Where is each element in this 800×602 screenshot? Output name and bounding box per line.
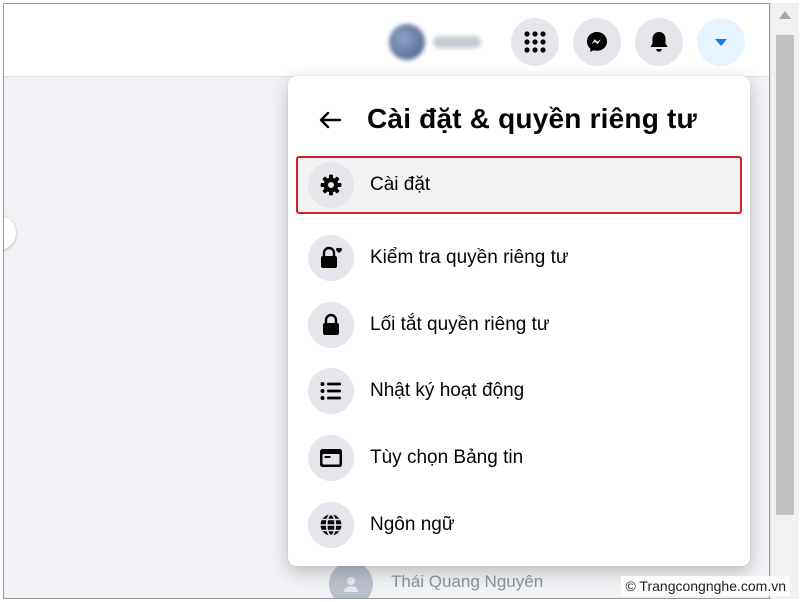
top-navigation-bar (4, 4, 769, 77)
menu-item-language[interactable]: Ngôn ngữ (296, 496, 742, 554)
item-icon-circle (308, 302, 354, 348)
back-arrow-icon (319, 111, 342, 129)
menu-title: Cài đặt & quyền riêng tư (367, 103, 697, 134)
menu-header: Cài đặt & quyền riêng tư (288, 90, 750, 150)
gear-icon (320, 174, 342, 196)
menu-item-label: Nhật ký hoạt động (370, 380, 525, 401)
item-icon-circle (308, 162, 354, 208)
item-icon-circle (308, 502, 354, 548)
scroll-up-arrow-icon[interactable] (779, 11, 791, 19)
item-icon-circle (308, 435, 354, 481)
news-feed-icon (320, 449, 342, 467)
watermark: © Trangcongnghe.com.vn (621, 576, 790, 596)
menu-item-label: Lối tắt quyền riêng tư (370, 314, 550, 335)
profile-shortcut[interactable] (389, 24, 489, 60)
menu-item-privacy-shortcuts[interactable]: Lối tắt quyền riêng tư (296, 296, 742, 354)
page-scrollbar[interactable] (770, 3, 799, 599)
list-icon (320, 382, 341, 400)
browser-viewport: Thái Quang Nguyên Cài đặt & quyền riêng … (3, 3, 770, 599)
menu-item-privacy-checkup[interactable]: Kiểm tra quyền riêng tư (296, 229, 742, 287)
menu-item-settings[interactable]: Cài đặt (296, 156, 742, 214)
caret-down-icon (715, 39, 727, 46)
lock-icon (323, 313, 339, 335)
contact-entry[interactable]: Thái Quang Nguyên (329, 562, 629, 598)
item-icon-circle (308, 235, 354, 281)
menu-item-label: Cài đặt (370, 174, 431, 195)
bell-icon (650, 32, 668, 52)
menu-item-activity-log[interactable]: Nhật ký hoạt động (296, 362, 742, 420)
notifications-button[interactable] (635, 18, 683, 66)
profile-name-blurred (433, 36, 481, 48)
person-icon (344, 577, 358, 592)
menu-button[interactable] (511, 18, 559, 66)
messenger-button[interactable] (573, 18, 621, 66)
messenger-icon (587, 32, 607, 52)
account-button[interactable] (697, 18, 745, 66)
menu-item-label: Kiểm tra quyền riêng tư (370, 247, 569, 268)
contact-name: Thái Quang Nguyên (391, 572, 544, 591)
menu-item-label: Tùy chọn Bảng tin (370, 447, 524, 468)
avatar (329, 562, 373, 598)
settings-privacy-menu: Cài đặt & quyền riêng tư Cài đặt Kiểm tr… (288, 76, 750, 566)
menu-item-news-feed-preferences[interactable]: Tùy chọn Bảng tin (296, 429, 742, 487)
menu-item-label: Ngôn ngữ (370, 514, 455, 535)
globe-icon (320, 513, 342, 537)
back-button[interactable] (308, 98, 352, 142)
item-icon-circle (308, 368, 354, 414)
scroll-thumb[interactable] (776, 35, 794, 515)
side-panel-toggle[interactable] (4, 216, 16, 250)
lock-heart-icon (321, 246, 342, 268)
grid-menu-icon (524, 31, 546, 53)
avatar (389, 24, 425, 60)
